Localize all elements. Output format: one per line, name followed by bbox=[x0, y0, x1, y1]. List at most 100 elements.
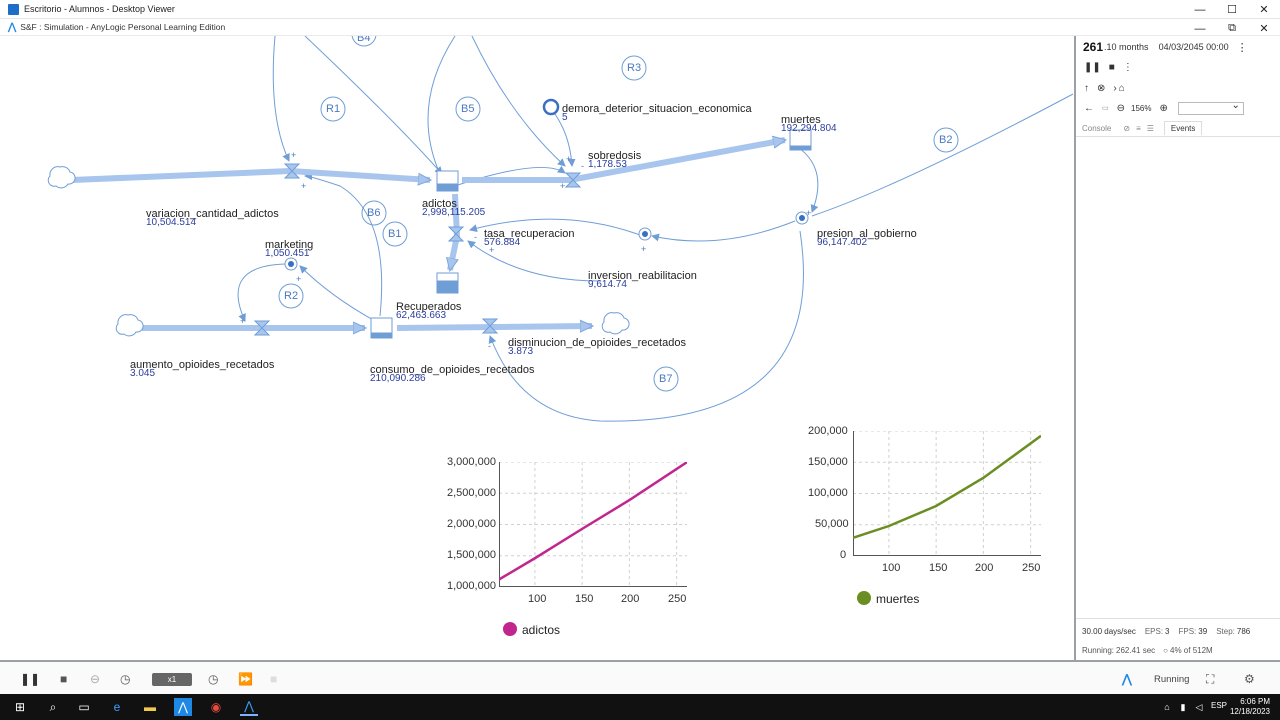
edge-icon[interactable]: e bbox=[108, 698, 126, 716]
outer-window-titlebar: Escritorio - Alumnos - Desktop Viewer — … bbox=[0, 0, 1280, 19]
sign-minus: - bbox=[581, 161, 584, 171]
panel-divider bbox=[1076, 136, 1280, 137]
more-options-icon[interactable]: ⋮ bbox=[1237, 41, 1248, 54]
chart2-ytick: 0 bbox=[840, 549, 847, 561]
chart2-xtick: 100 bbox=[882, 562, 901, 574]
panel-divider bbox=[1076, 618, 1280, 619]
anylogic-taskbar-icon[interactable]: ⋀ bbox=[174, 698, 192, 716]
tab-console[interactable]: Console bbox=[1082, 124, 1111, 133]
zoom-out-icon[interactable]: ⊖ bbox=[1117, 103, 1125, 114]
maximize-button[interactable]: ☐ bbox=[1216, 0, 1248, 19]
link-b5 bbox=[427, 36, 456, 175]
var-inversion-value: 9,614.74 bbox=[588, 279, 627, 290]
pause-icon[interactable]: ❚❚ bbox=[1084, 62, 1101, 73]
up-arrow-icon[interactable]: ↑ bbox=[1084, 83, 1089, 94]
model-date: 04/03/2045 00:00 bbox=[1158, 42, 1229, 52]
loop-b1-label: B1 bbox=[388, 228, 402, 240]
param-demora-name: demora_deterior_situacion_economica bbox=[562, 103, 752, 115]
eps-label: EPS: bbox=[1144, 626, 1164, 636]
chart1-ytick: 1,000,000 bbox=[447, 580, 496, 592]
cancel-circle-icon[interactable]: ⊗ bbox=[1097, 83, 1105, 94]
placeholder-button[interactable]: ■ bbox=[270, 672, 277, 686]
memory-usage: 4% of 512M bbox=[1170, 645, 1213, 655]
model-time-row: 261 .10 months 04/03/2045 00:00 ⋮ bbox=[1076, 38, 1280, 56]
clock-time: 6:06 PM bbox=[1240, 697, 1270, 706]
link-presion-inversion bbox=[651, 220, 796, 242]
run-controls-row: ❚❚ ■ ⋮ bbox=[1076, 59, 1280, 75]
virtual-time-button[interactable]: ⏩ bbox=[238, 672, 253, 686]
chart-adictos bbox=[499, 462, 687, 587]
simulation-control-bar: ❚❚ ■ ⊖ ◷ x1 ◷ ⏩ ■ ⋀ Running ⛶ ⚙ bbox=[0, 660, 1280, 694]
link-r2 bbox=[237, 263, 286, 322]
chart2-ytick: 50,000 bbox=[815, 518, 849, 530]
search-icon[interactable]: ⌕ bbox=[44, 698, 62, 716]
sign-minus: - bbox=[488, 341, 491, 351]
fit-zoom-icon[interactable]: ▭ bbox=[1102, 104, 1109, 112]
filter-icon[interactable]: ☰ bbox=[1147, 124, 1154, 133]
stop-icon[interactable]: ■ bbox=[1109, 62, 1115, 73]
link-consumo-marketing bbox=[299, 265, 376, 322]
source-sink-clouds bbox=[47, 166, 630, 337]
run-status: Running bbox=[1154, 674, 1190, 685]
windows-taskbar: ⊞ ⌕ ▭ e ▬ ⋀ ◉ ⋀ ⌂ ▮ ◁ ESP 6:06 PM 12/18/… bbox=[0, 694, 1280, 720]
tab-events[interactable]: Events bbox=[1163, 121, 1203, 135]
sign-plus: + bbox=[560, 181, 566, 191]
chart2-legend-dot bbox=[857, 591, 871, 605]
clock[interactable]: 6:06 PM 12/18/2023 bbox=[1230, 697, 1270, 717]
flow-tasa-value: 576.884 bbox=[484, 237, 521, 248]
file-explorer-icon[interactable]: ▬ bbox=[141, 698, 159, 716]
close-button[interactable]: ✕ bbox=[1248, 0, 1280, 19]
outer-window-title: Escritorio - Alumnos - Desktop Viewer bbox=[24, 4, 175, 14]
sign-plus: + bbox=[806, 208, 812, 218]
step-label: Step: bbox=[1216, 626, 1235, 636]
pause-button[interactable]: ❚❚ bbox=[20, 672, 40, 686]
flow-aumento-value: 3.045 bbox=[130, 368, 156, 379]
anylogic-running-icon[interactable]: ⋀ bbox=[240, 698, 258, 716]
home-icon[interactable]: ⌂ bbox=[1119, 83, 1125, 94]
task-view-icon[interactable]: ▭ bbox=[75, 698, 93, 716]
stop-button[interactable]: ■ bbox=[60, 672, 67, 686]
chart1-xtick: 200 bbox=[621, 593, 640, 605]
fullscreen-icon[interactable]: ⛶ bbox=[1206, 672, 1214, 687]
model-canvas[interactable]: B4 R1 B5 R3 B2 B6 B1 R2 B7 + + + - + - +… bbox=[0, 36, 1073, 660]
volume-icon[interactable]: ◁ bbox=[1190, 698, 1208, 716]
more-icon[interactable]: ⋮ bbox=[1123, 62, 1133, 73]
chrome-icon[interactable]: ◉ bbox=[207, 698, 225, 716]
chart1-xtick: 250 bbox=[668, 593, 687, 605]
link-r1-left bbox=[272, 36, 290, 162]
fps-value: 39 bbox=[1198, 626, 1208, 636]
list-icon[interactable]: ≡ bbox=[1136, 124, 1141, 133]
auxiliary-variables bbox=[284, 98, 809, 271]
sign-plus: + bbox=[291, 150, 297, 160]
chevron-right-icon[interactable]: › bbox=[1113, 83, 1116, 94]
faster-button[interactable]: ◷ bbox=[208, 672, 218, 686]
zoom-in-icon[interactable]: ⊕ bbox=[1159, 103, 1167, 114]
zoom-select[interactable] bbox=[1177, 100, 1244, 115]
developer-panel-icon[interactable]: ⚙ bbox=[1244, 672, 1255, 686]
fps-label: FPS: bbox=[1178, 626, 1197, 636]
chart-axes bbox=[853, 431, 1041, 556]
windows-start-icon[interactable]: ⊞ bbox=[11, 698, 29, 716]
minimize-button[interactable]: — bbox=[1184, 0, 1216, 19]
chart2-ytick: 200,000 bbox=[808, 425, 848, 437]
zoom-level: 156% bbox=[1131, 103, 1152, 113]
model-time-value: 261 bbox=[1083, 40, 1104, 54]
speed-value: 30.00 days/sec bbox=[1082, 626, 1136, 636]
var-marketing-value: 1,050.451 bbox=[265, 248, 310, 259]
series-line-adictos bbox=[499, 462, 687, 581]
realtime-button[interactable]: ◷ bbox=[120, 672, 130, 686]
slower-button[interactable]: ⊖ bbox=[90, 672, 100, 686]
clear-icon[interactable]: ⊘ bbox=[1123, 124, 1130, 133]
back-arrow-icon[interactable]: ← bbox=[1084, 103, 1094, 114]
loop-b4-label: B4 bbox=[357, 36, 371, 44]
flow-disminucion-value: 3.873 bbox=[508, 346, 534, 357]
running-time: 262.41 sec bbox=[1116, 645, 1156, 655]
language-indicator[interactable]: ESP bbox=[1211, 701, 1227, 710]
zoom-row: ← ▭ ⊖ 156% ⊕ bbox=[1076, 100, 1280, 116]
chart1-xtick: 100 bbox=[528, 593, 547, 605]
param-demora-value: 5 bbox=[562, 112, 568, 123]
speed-indicator[interactable]: x1 bbox=[152, 673, 192, 686]
sign-plus: + bbox=[240, 316, 246, 326]
memory-icon: ○ bbox=[1163, 645, 1169, 655]
flow-sobredosis-value: 1,178.53 bbox=[588, 159, 627, 170]
